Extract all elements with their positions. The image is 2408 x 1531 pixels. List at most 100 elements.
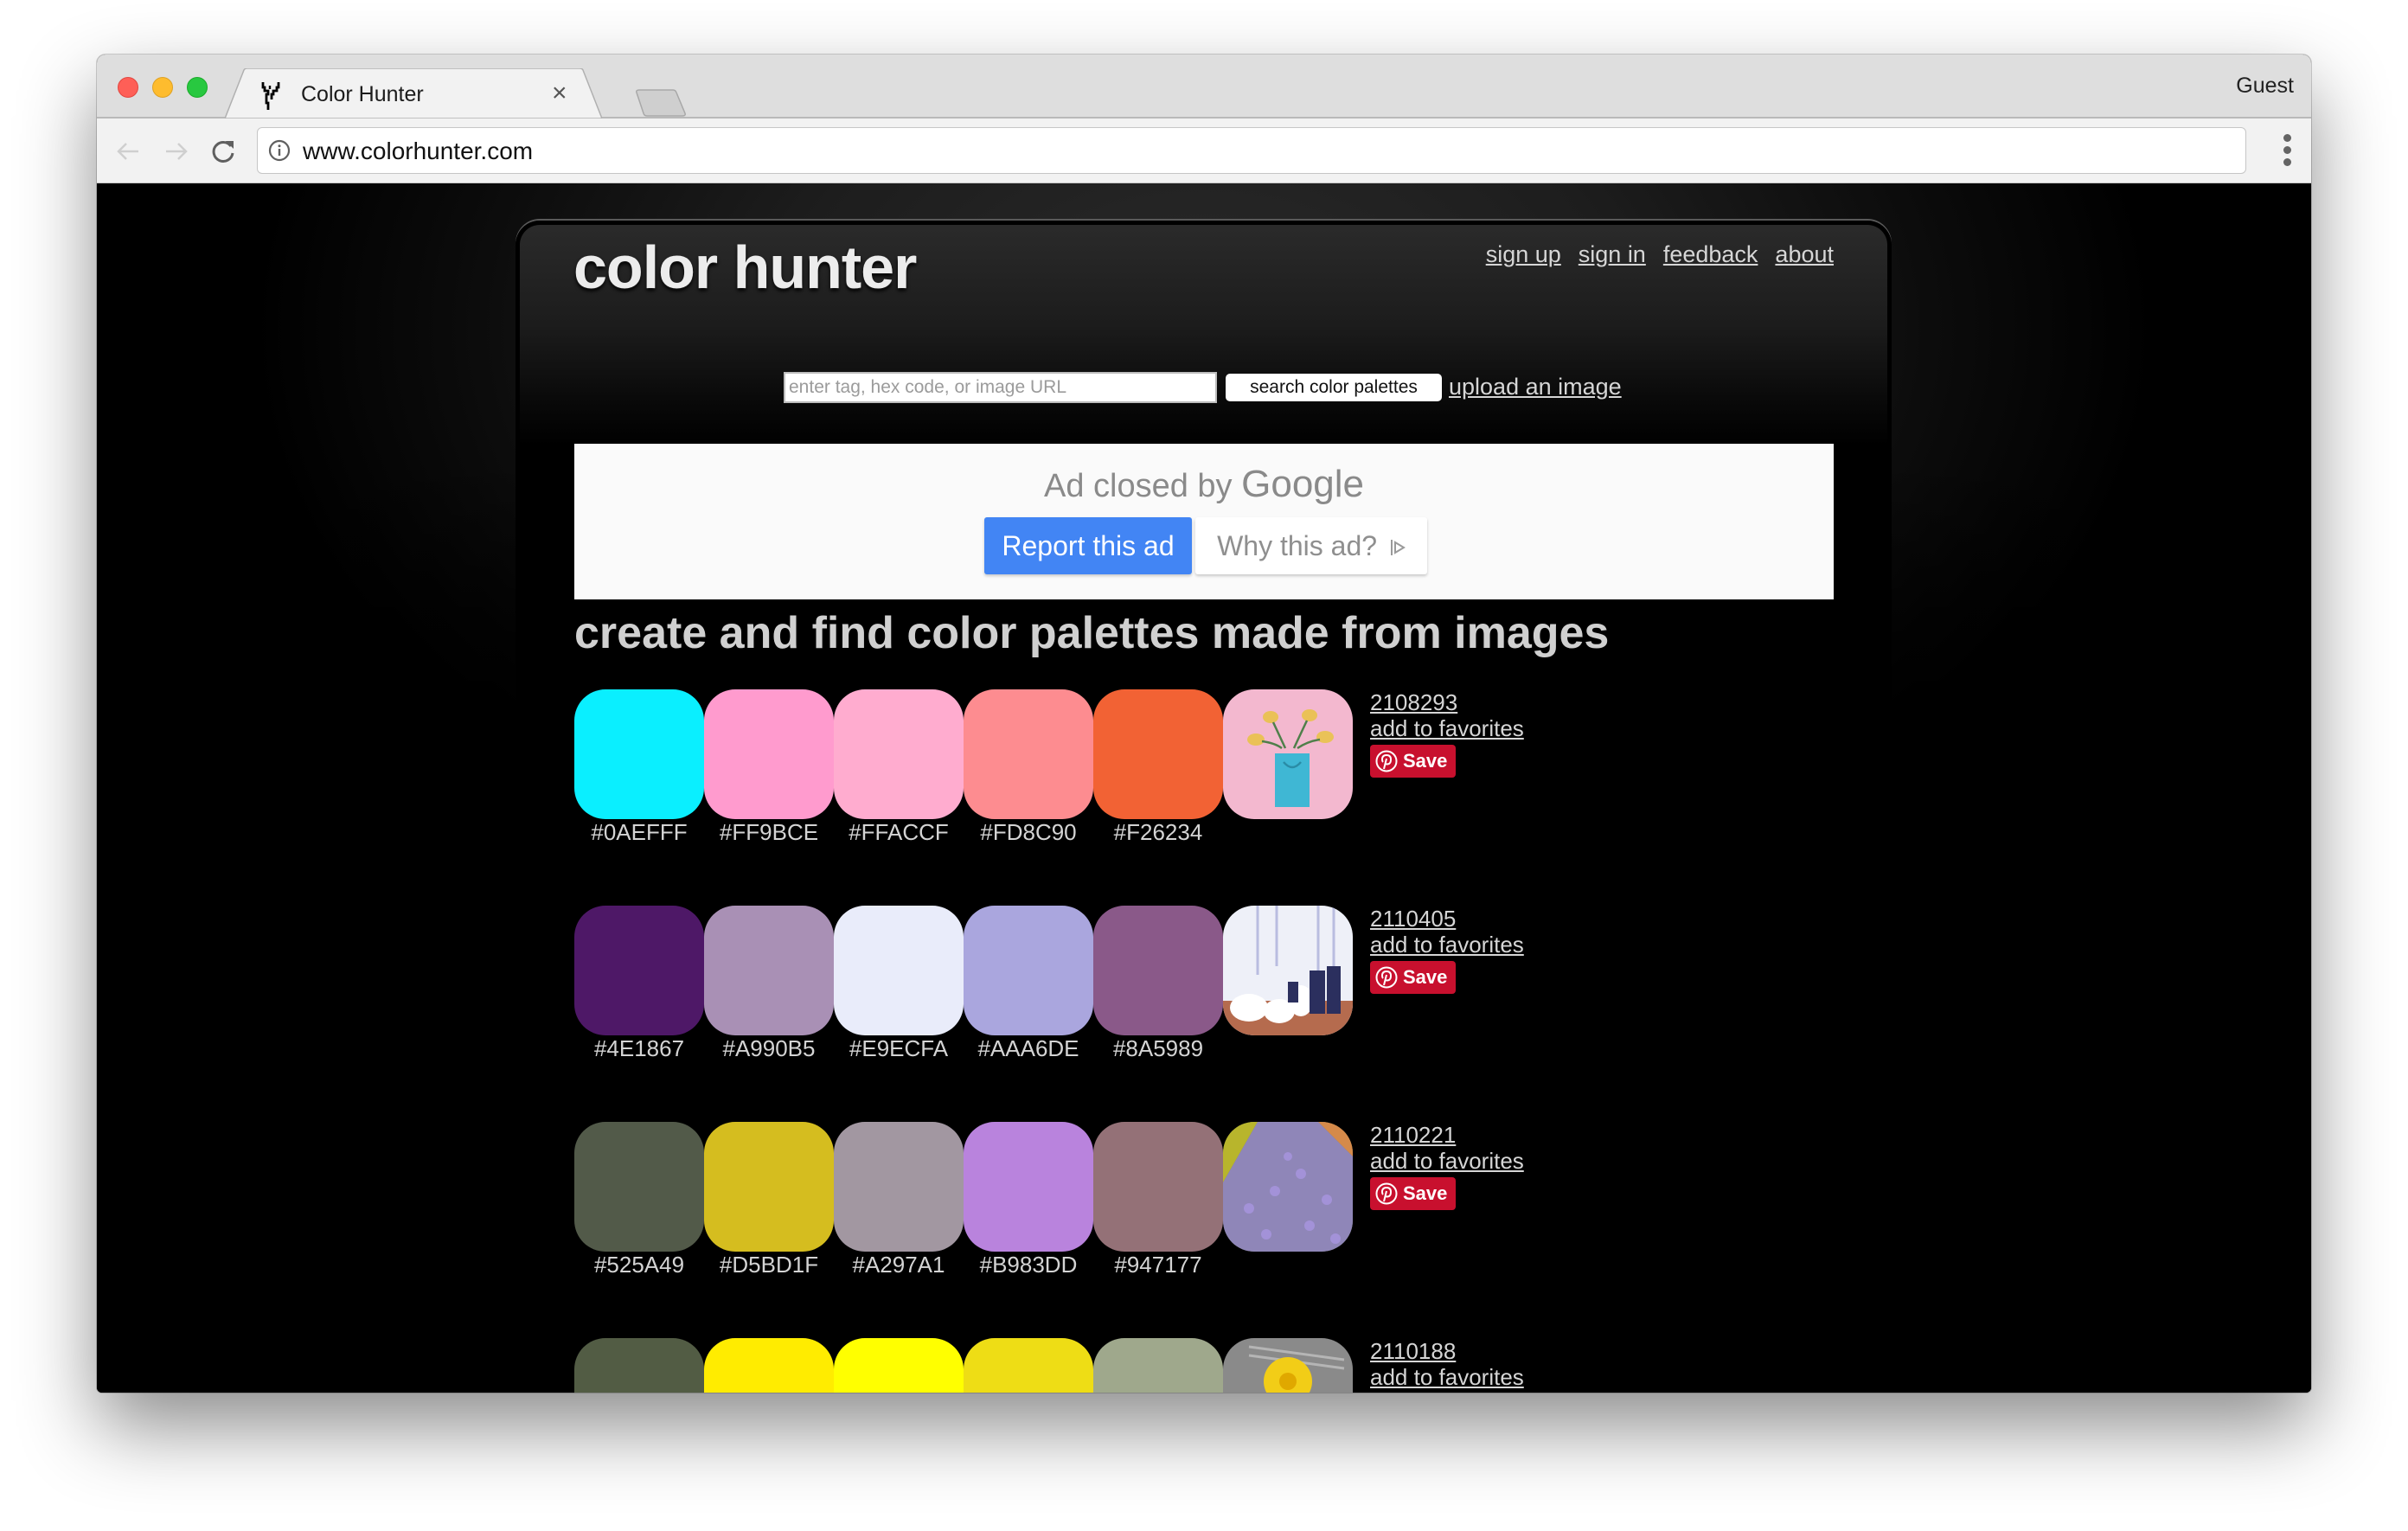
palette-thumbnail[interactable] [1223, 1122, 1353, 1252]
palette-id-link[interactable]: 2110221 [1370, 1122, 1524, 1148]
add-to-favorites-link[interactable]: add to favorites [1370, 1148, 1524, 1174]
save-label: Save [1403, 750, 1448, 772]
palette-id-link[interactable]: 2110405 [1370, 906, 1524, 932]
color-swatch[interactable] [964, 689, 1093, 819]
palette-thumbnail[interactable] [1223, 1338, 1353, 1393]
why-this-ad-button[interactable]: Why this ad? [1195, 517, 1427, 574]
pinterest-save-button[interactable]: Save [1370, 745, 1457, 778]
hex-label: #A990B5 [722, 1035, 816, 1061]
color-swatch[interactable] [834, 906, 964, 1035]
url-text[interactable]: www.colorhunter.com [303, 138, 533, 165]
back-arrow-icon[interactable] [112, 136, 144, 167]
pinterest-icon [1375, 1182, 1398, 1205]
address-bar[interactable]: www.colorhunter.com [257, 127, 2246, 174]
color-swatch[interactable] [574, 1338, 704, 1393]
add-to-favorites-link[interactable]: add to favorites [1370, 715, 1524, 741]
nav-feedback-link[interactable]: feedback [1663, 241, 1758, 267]
site-container: color hunter sign up sign in feedback about… [516, 221, 1892, 1393]
color-swatch[interactable] [1093, 689, 1223, 819]
close-window-button[interactable] [118, 77, 138, 98]
color-swatch[interactable] [574, 1122, 704, 1252]
thumbnail-image-bag-flowers [1223, 689, 1353, 819]
tab-title: Color Hunter [301, 82, 424, 106]
color-swatch[interactable] [834, 689, 964, 819]
tab-close-icon[interactable]: × [552, 79, 567, 108]
hex-label: #4E1867 [593, 1035, 685, 1061]
minimize-window-button[interactable] [152, 77, 173, 98]
color-swatch[interactable] [574, 689, 704, 819]
thumbnail-image-forest-people [1223, 906, 1353, 1035]
forward-arrow-icon[interactable] [161, 136, 192, 167]
hex-label: #E9ECFA [849, 1035, 949, 1061]
color-swatch[interactable] [834, 1122, 964, 1252]
color-swatch[interactable] [1093, 1122, 1223, 1252]
hex-label: #0AEFFF [591, 819, 688, 845]
google-logo-text: Google [1241, 463, 1365, 505]
browser-toolbar: www.colorhunter.com [97, 119, 2311, 183]
new-tab-button[interactable] [633, 89, 688, 117]
site-info-icon[interactable] [268, 139, 291, 162]
page-headline: create and find color palettes made from… [574, 608, 1610, 658]
color-swatch[interactable] [704, 689, 834, 819]
page-viewport: color hunter sign up sign in feedback about… [97, 183, 2311, 1393]
pinterest-save-button[interactable]: Save [1370, 961, 1457, 994]
ad-closed-text: Ad closed by [1043, 468, 1233, 504]
color-swatch[interactable] [704, 906, 834, 1035]
color-swatch[interactable] [574, 906, 704, 1035]
adchoices-icon [1390, 540, 1406, 555]
ad-closed-panel: Ad closed by Google Report this ad Why t… [574, 444, 1834, 599]
profile-guest-label[interactable]: Guest [2236, 74, 2294, 99]
reload-icon[interactable] [208, 136, 239, 167]
nav-sign-in-link[interactable]: sign in [1579, 241, 1646, 267]
search-input[interactable] [784, 372, 1217, 403]
palette-info: 2110221 add to favorites Save [1370, 1122, 1524, 1210]
tab-strip: Color Hunter × Guest [97, 54, 2311, 119]
palette-thumbnail[interactable] [1223, 689, 1353, 819]
top-nav: sign up sign in feedback about [1469, 241, 1834, 268]
site-logo[interactable]: color hunter [573, 233, 917, 302]
hex-label: #947177 [1114, 1252, 1202, 1278]
thumbnail-image-daffodils [1223, 1338, 1353, 1393]
palette-thumbnail[interactable] [1223, 906, 1353, 1035]
hex-label: #FFACCF [849, 819, 949, 845]
add-to-favorites-link[interactable]: add to favorites [1370, 932, 1524, 958]
color-swatch[interactable] [704, 1122, 834, 1252]
hex-label: #A297A1 [852, 1252, 945, 1278]
color-swatch[interactable] [834, 1338, 964, 1393]
hex-label: #B983DD [979, 1252, 1078, 1278]
color-swatch[interactable] [1093, 906, 1223, 1035]
pinterest-save-button[interactable]: Save [1370, 1177, 1457, 1210]
pinterest-icon [1375, 750, 1398, 772]
report-ad-button[interactable]: Report this ad [984, 517, 1192, 574]
palette-info: 2108293 add to favorites Save [1370, 689, 1524, 778]
color-hunter-favicon-icon [261, 82, 280, 110]
palette-info: 2110405 add to favorites Save [1370, 906, 1524, 994]
upload-image-link[interactable]: upload an image [1449, 374, 1622, 400]
palette-id-link[interactable]: 2110188 [1370, 1338, 1524, 1364]
nav-about-link[interactable]: about [1775, 241, 1834, 267]
palette-id-link[interactable]: 2108293 [1370, 689, 1524, 715]
nav-sign-up-link[interactable]: sign up [1486, 241, 1561, 267]
save-label: Save [1403, 1182, 1448, 1204]
add-to-favorites-link[interactable]: add to favorites [1370, 1364, 1524, 1390]
ad-closed-message: Ad closed by Google [574, 463, 1834, 506]
color-swatch[interactable] [964, 1338, 1093, 1393]
pinterest-icon [1375, 966, 1398, 989]
hex-label: #FF9BCE [719, 819, 819, 845]
color-swatch[interactable] [704, 1338, 834, 1393]
color-swatch[interactable] [964, 1122, 1093, 1252]
tab-color-hunter[interactable]: Color Hunter × [225, 68, 602, 119]
hex-label: #FD8C90 [980, 819, 1077, 845]
browser-menu-icon[interactable] [2282, 134, 2292, 169]
hex-label: #525A49 [593, 1252, 685, 1278]
hex-label: #AAA6DE [977, 1035, 1079, 1061]
save-label: Save [1403, 966, 1448, 988]
browser-window: Color Hunter × Guest www.colorhunter.com [97, 54, 2311, 1393]
maximize-window-button[interactable] [187, 77, 208, 98]
thumbnail-image-lavender-field [1223, 1122, 1353, 1252]
search-color-palettes-button[interactable]: search color palettes [1226, 374, 1442, 401]
why-this-ad-label: Why this ad? [1217, 530, 1378, 561]
color-swatch[interactable] [964, 906, 1093, 1035]
color-swatch[interactable] [1093, 1338, 1223, 1393]
palette-info: 2110188 add to favorites Save [1370, 1338, 1524, 1393]
